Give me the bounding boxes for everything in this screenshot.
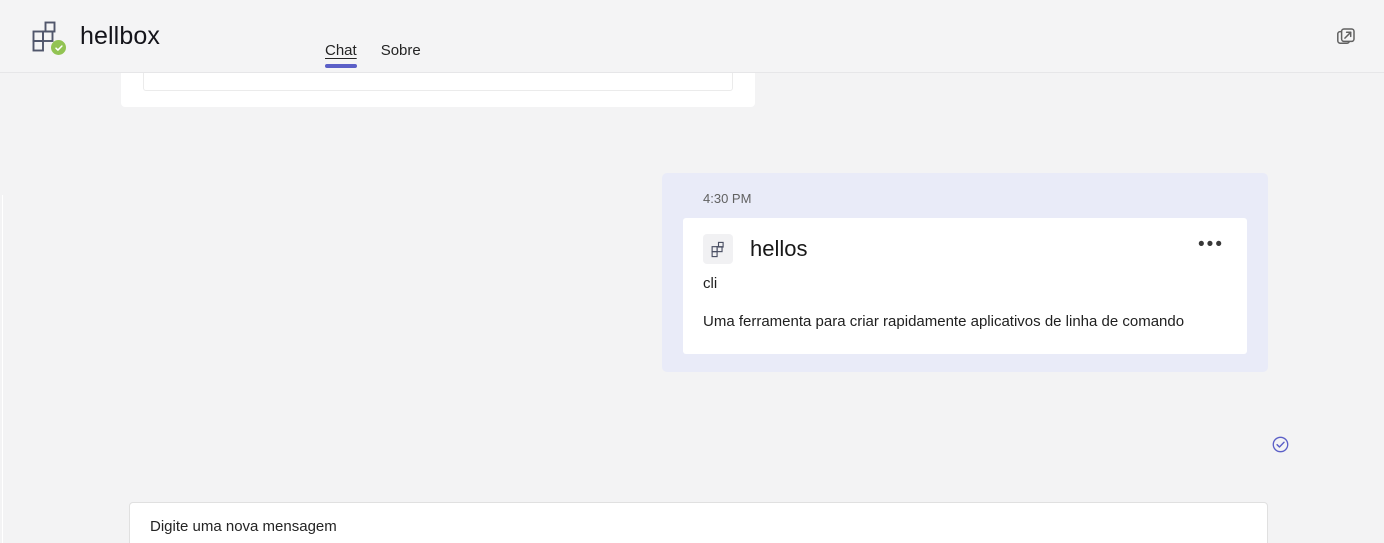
tab-bar: Chat Sobre [313,0,433,73]
message-timestamp: 4:30 PM [703,191,752,206]
app-header: hellbox Chat Sobre [0,0,1384,73]
open-in-new-window-icon[interactable] [1330,21,1362,53]
conversation-area: Bot Command Docs 4:30 PM hellos [0,73,1384,543]
adaptive-card: Bot Command Docs [143,73,733,91]
tab-sobre[interactable]: Sobre [369,0,433,73]
left-divider [2,195,3,543]
more-horizontal-icon[interactable]: ••• [1197,232,1225,258]
bot-message-card: hellos ••• cli Uma ferramenta para criar… [683,218,1247,354]
message-composer[interactable] [129,502,1268,543]
app-identity: hellbox [26,16,160,56]
teams-app-window: hellbox Chat Sobre Bot Command Docs [0,0,1384,543]
bot-message-card-header: hellos [703,234,1229,264]
bot-name: hellos [750,236,808,261]
page-title: hellbox [80,21,160,50]
message-input[interactable] [130,503,1267,543]
tab-chat[interactable]: Chat [313,0,369,73]
message-sent-check-icon [1271,435,1290,454]
bot-message-subtitle: cli [703,275,718,292]
bot-message-body: Uma ferramenta para criar rapidamente ap… [703,313,1185,330]
tab-chat-label: Chat [325,41,357,59]
bot-message-bubble: 4:30 PM hellos ••• cli Uma ferramenta pa… [662,173,1268,372]
adaptive-card-message: Bot Command Docs [121,73,755,107]
verified-check-icon [51,40,66,55]
app-blocks-icon [703,234,733,264]
app-blocks-icon [26,16,66,56]
tab-sobre-label: Sobre [380,41,421,59]
